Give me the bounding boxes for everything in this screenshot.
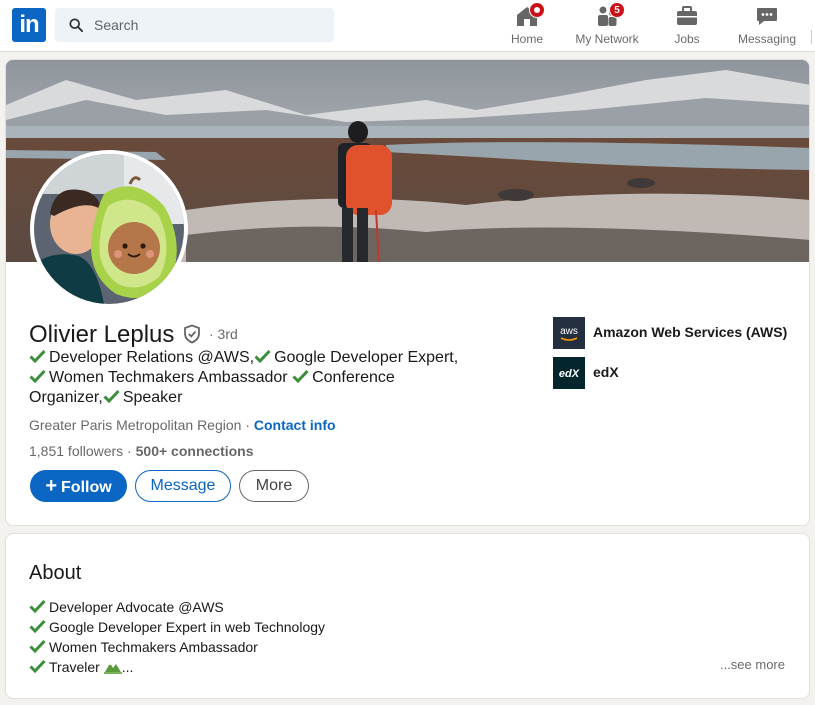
connection-degree: · 3rd xyxy=(209,326,238,342)
about-text: Developer Advocate @AWS Google Developer… xyxy=(29,597,325,677)
briefcase-icon xyxy=(675,4,699,28)
check-mark-icon xyxy=(254,349,271,363)
network-stats: 1,851 followers · 500+ connections xyxy=(29,443,254,459)
search-bar[interactable]: Search xyxy=(55,8,334,42)
followers-count: 1,851 followers xyxy=(29,443,124,459)
check-mark-icon xyxy=(292,369,309,383)
about-line-text: Women Techmakers Ambassador xyxy=(49,639,258,655)
verified-shield-icon[interactable] xyxy=(182,324,202,344)
separator: · xyxy=(241,417,254,433)
company-name: edX xyxy=(593,364,619,380)
check-mark-icon xyxy=(29,349,46,363)
separator: · xyxy=(123,443,136,459)
nav-home-label: Home xyxy=(511,32,544,46)
about-line: Women Techmakers Ambassador xyxy=(29,637,325,657)
nav-jobs-label: Jobs xyxy=(674,32,700,46)
aws-logo: aws xyxy=(553,317,585,349)
nav-my-network-label: My Network xyxy=(575,32,639,46)
home-icon xyxy=(515,2,545,28)
about-line-text: Developer Advocate @AWS xyxy=(49,599,224,615)
contact-info-link[interactable]: Contact info xyxy=(254,417,336,433)
connections-count[interactable]: 500+ connections xyxy=(136,443,254,459)
linkedin-logo[interactable]: in xyxy=(12,8,46,42)
headline-part: Developer Relations @AWS, xyxy=(49,349,255,366)
edx-logo-text: edX xyxy=(559,368,580,380)
see-more-link[interactable]: ...see more xyxy=(720,657,785,672)
nav-my-network[interactable]: 5 My Network xyxy=(571,2,643,46)
profile-name: Olivier Leplus xyxy=(29,321,175,348)
check-mark-icon xyxy=(29,639,46,653)
check-mark-icon xyxy=(29,599,46,613)
top-nav: in Search Home 5 My Network Jobs Messagi… xyxy=(0,0,815,52)
edx-logo: edX xyxy=(553,357,585,389)
about-ellipsis: ... xyxy=(121,659,134,675)
headline-part: Speaker xyxy=(122,389,183,406)
profile-location: Greater Paris Metropolitan Region xyxy=(29,417,242,433)
location-row: Greater Paris Metropolitan Region · Cont… xyxy=(29,417,336,433)
search-input[interactable]: Search xyxy=(94,17,138,33)
mountain-emoji-icon xyxy=(103,663,122,674)
nav-home[interactable]: Home xyxy=(511,2,545,46)
headline-part: Google Developer Expert, xyxy=(274,349,459,366)
aws-logo-text: aws xyxy=(560,326,578,337)
network-badge: 5 xyxy=(609,2,625,18)
messaging-icon xyxy=(755,4,779,28)
follow-label: Follow xyxy=(61,479,112,496)
profile-card: Olivier Leplus · 3rd Developer Relations… xyxy=(5,59,810,526)
nav-jobs[interactable]: Jobs xyxy=(671,4,703,46)
nav-messaging-label: Messaging xyxy=(737,32,797,46)
headline-part: Women Techmakers Ambassador xyxy=(49,369,288,386)
about-title: About xyxy=(29,562,82,584)
about-line: Traveler ... xyxy=(29,657,325,677)
about-line-text: Google Developer Expert in web Technolog… xyxy=(49,619,326,635)
nav-messaging[interactable]: Messaging xyxy=(736,4,798,46)
follow-button[interactable]: + Follow xyxy=(30,470,127,502)
notification-dot xyxy=(529,2,545,18)
message-button[interactable]: Message xyxy=(135,470,231,502)
company-name: Amazon Web Services (AWS) xyxy=(593,324,788,340)
plus-icon: + xyxy=(45,475,58,497)
about-card: About Developer Advocate @AWS Google Dev… xyxy=(5,533,810,699)
nav-divider xyxy=(811,30,812,44)
check-mark-icon xyxy=(29,619,46,633)
more-button[interactable]: More xyxy=(239,470,309,502)
search-icon xyxy=(69,18,83,32)
check-mark-icon xyxy=(103,389,120,403)
about-line: Developer Advocate @AWS xyxy=(29,597,325,617)
profile-headline: Developer Relations @AWS, Google Develope… xyxy=(29,348,469,408)
network-icon: 5 xyxy=(595,2,625,28)
check-mark-icon xyxy=(29,369,46,383)
profile-avatar[interactable] xyxy=(30,150,188,308)
check-mark-icon xyxy=(29,659,46,673)
about-line-text: Traveler xyxy=(49,659,100,675)
about-line: Google Developer Expert in web Technolog… xyxy=(29,617,325,637)
